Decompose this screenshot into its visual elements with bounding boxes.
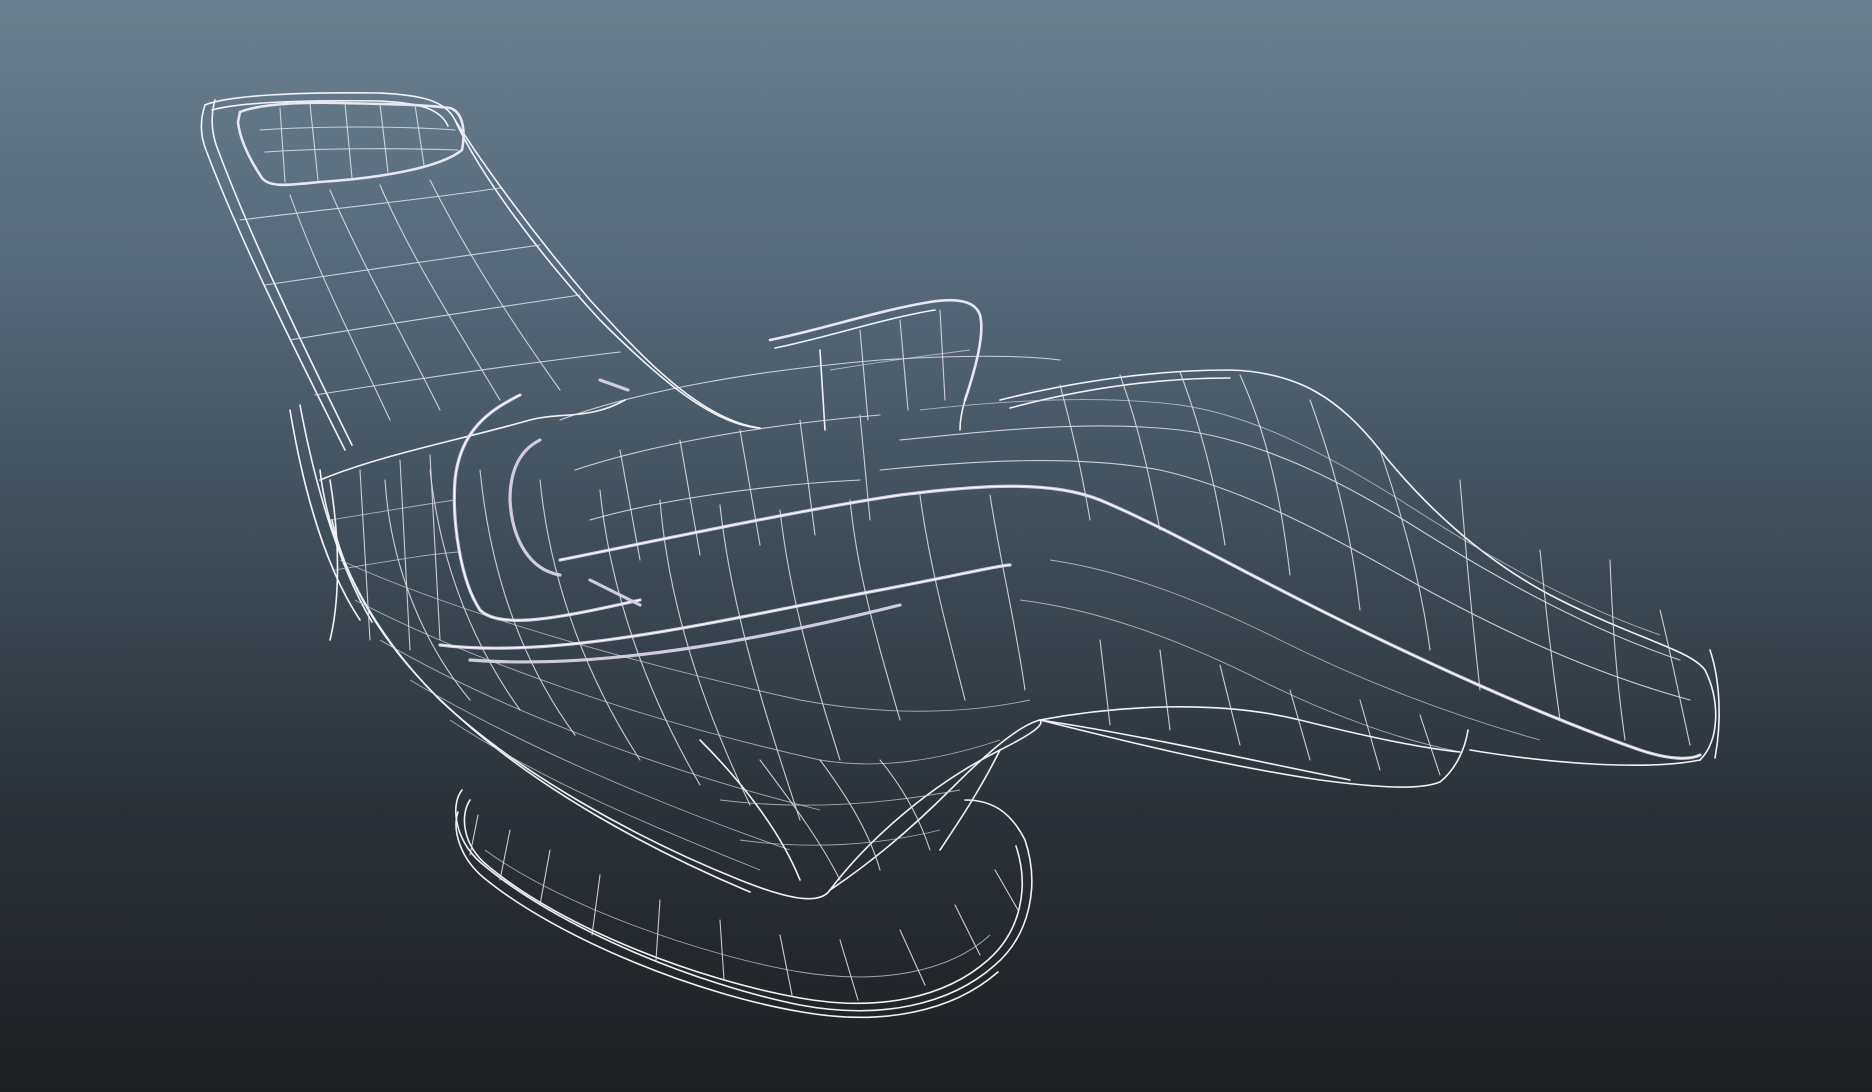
left-armrest	[319, 378, 1012, 664]
right-armrest	[768, 298, 983, 431]
viewport-3d[interactable]	[0, 0, 1872, 1092]
pedestal-base	[455, 789, 1033, 1019]
leg-rest	[558, 369, 1720, 776]
center-stem	[699, 739, 1001, 881]
backrest	[200, 92, 761, 451]
lounge-chair-wireframe-icon	[200, 92, 1720, 1019]
headrest-cushion	[236, 101, 465, 187]
